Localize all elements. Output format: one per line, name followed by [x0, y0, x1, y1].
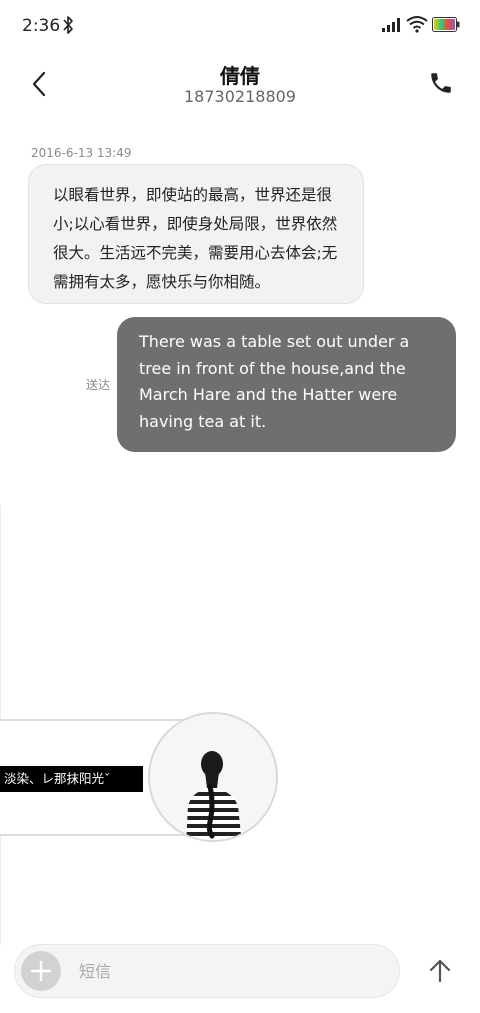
status-bar: 2:36 [0, 0, 480, 52]
incoming-message-bubble[interactable]: 以眼看世界，即使站的最高，世界还是很小;以心看世界，即使身处局限，世界依然很大。… [28, 164, 364, 304]
wifi-icon [406, 16, 428, 33]
phone-icon[interactable] [428, 70, 454, 96]
signal-icon [382, 18, 400, 32]
plus-icon [30, 960, 52, 982]
add-attachment-button[interactable] [21, 951, 61, 991]
delivery-status: 送达 [86, 378, 111, 392]
battery-icon [432, 17, 460, 32]
arrow-up-icon [429, 959, 451, 983]
message-composer [14, 944, 400, 998]
message-input[interactable] [79, 945, 379, 997]
wallpaper-portrait-photo [148, 712, 278, 842]
portrait-illustration [150, 714, 276, 840]
message-timestamp: 2016-6-13 13:49 [31, 146, 132, 160]
send-button[interactable] [422, 951, 458, 991]
contact-number: 18730218809 [184, 87, 296, 106]
status-time: 2:36 [22, 16, 61, 36]
outgoing-message-bubble[interactable]: There was a table set out under a tree i… [117, 317, 456, 452]
wallpaper-banner-text: 淡染、レ那抹阳光ˇ [0, 766, 143, 792]
conversation-header: 倩倩 18730218809 [0, 52, 480, 122]
bluetooth-icon [63, 16, 73, 34]
contact-name: 倩倩 [220, 64, 260, 88]
